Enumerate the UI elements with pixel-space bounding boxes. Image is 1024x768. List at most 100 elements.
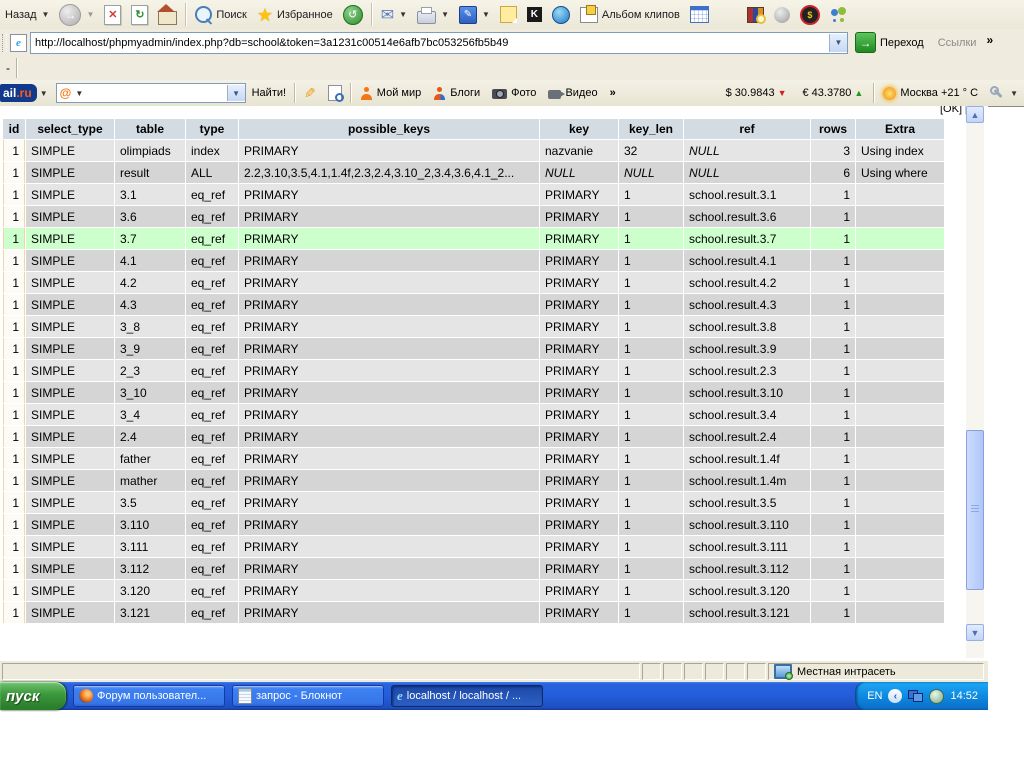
hide-icons-chevron[interactable]: ‹ [888, 689, 902, 703]
mailru-highlight-button[interactable]: ✎ [298, 85, 322, 102]
forward-button[interactable]: → ▼ [54, 2, 99, 27]
favorites-label: Избранное [277, 9, 333, 21]
table-row[interactable]: 1SIMPLE3_9eq_refPRIMARYPRIMARY1school.re… [3, 338, 944, 359]
table-row[interactable]: 1SIMPLE2_3eq_refPRIMARYPRIMARY1school.re… [3, 360, 944, 381]
refresh-button[interactable]: ↻ [126, 2, 153, 27]
mailru-search-type-dropdown-icon[interactable]: ▼ [75, 89, 83, 98]
address-input[interactable]: http://localhost/phpmyadmin/index.php?db… [30, 32, 848, 54]
mailru-find-button[interactable]: Найти! [246, 87, 292, 99]
cell-Extra [856, 184, 944, 205]
money-button[interactable]: $ [795, 2, 825, 27]
print-dropdown-icon[interactable]: ▼ [441, 10, 449, 19]
cell-type: eq_ref [186, 206, 238, 227]
start-button[interactable]: пуск [0, 682, 66, 710]
mailru-find-on-page-button[interactable] [322, 85, 348, 101]
stop-button[interactable]: ✕ [99, 2, 126, 27]
cell-id: 1 [3, 140, 25, 161]
table-row[interactable]: 1SIMPLE3.112eq_refPRIMARYPRIMARY1school.… [3, 558, 944, 579]
mailru-blogs-link[interactable]: Блоги [427, 87, 486, 100]
status-bar: Местная интрасеть [0, 660, 988, 682]
go-button[interactable]: → Переход [855, 32, 924, 53]
mailru-settings-button[interactable]: ▼ [984, 86, 1024, 100]
table-row[interactable]: 1SIMPLE3.1eq_refPRIMARYPRIMARY1school.re… [3, 184, 944, 205]
back-dropdown-icon[interactable]: ▼ [42, 10, 50, 19]
mailru-logo[interactable]: ail.ru [0, 84, 37, 102]
cell-possible_keys: PRIMARY [239, 536, 539, 557]
table-row[interactable]: 1SIMPLEfathereq_refPRIMARYPRIMARY1school… [3, 448, 944, 469]
grid-tool-button[interactable] [685, 2, 714, 27]
toolbar-grip[interactable] [2, 34, 7, 52]
table-row[interactable]: 1SIMPLE4.1eq_refPRIMARYPRIMARY1school.re… [3, 250, 944, 271]
pencil-icon: ✎ [304, 85, 316, 102]
usd-rate[interactable]: $ 30.9843 ▼ [718, 87, 795, 99]
table-row[interactable]: 1SIMPLE3.7eq_refPRIMARYPRIMARY1school.re… [3, 228, 944, 249]
toolbar-overflow-chevron[interactable]: » [986, 33, 993, 47]
cell-key: PRIMARY [540, 580, 618, 601]
cell-select_type: SIMPLE [26, 184, 114, 205]
rate-up-icon: ▲ [854, 88, 863, 98]
table-row[interactable]: 1SIMPLE2.4eq_refPRIMARYPRIMARY1school.re… [3, 426, 944, 447]
network-tray-icon[interactable] [908, 690, 923, 702]
table-row[interactable]: 1SIMPLEmathereq_refPRIMARYPRIMARY1school… [3, 470, 944, 491]
taskbar-task-firefox[interactable]: Форум пользовател... [73, 685, 225, 707]
table-row[interactable]: 1SIMPLE3.120eq_refPRIMARYPRIMARY1school.… [3, 580, 944, 601]
mailru-search-input[interactable]: @ ▼ ▼ [56, 83, 246, 103]
address-dropdown-button[interactable]: ▼ [829, 34, 847, 52]
table-row[interactable]: 1SIMPLE3.111eq_refPRIMARYPRIMARY1school.… [3, 536, 944, 557]
clock[interactable]: 14:52 [950, 690, 978, 702]
edit-button[interactable]: ✎ ▼ [454, 2, 495, 27]
language-indicator[interactable]: EN [867, 690, 882, 702]
clip-album-button[interactable]: Альбом клипов [575, 2, 685, 27]
address-url[interactable]: http://localhost/phpmyadmin/index.php?db… [31, 37, 829, 49]
mail-button[interactable]: ✉ ▼ [376, 2, 412, 27]
mailru-video-link[interactable]: Видео [542, 87, 603, 99]
taskbar-task-ie-active[interactable]: e localhost / localhost / ... [391, 685, 543, 707]
home-button[interactable] [153, 2, 182, 27]
table-row[interactable]: 1SIMPLE4.3eq_refPRIMARYPRIMARY1school.re… [3, 294, 944, 315]
weather-widget[interactable]: Москва +21 ° C [877, 87, 984, 100]
table-row[interactable]: 1SIMPLE3.5eq_refPRIMARYPRIMARY1school.re… [3, 492, 944, 513]
links-label[interactable]: Ссылки [938, 37, 977, 49]
mail-dropdown-icon[interactable]: ▼ [399, 10, 407, 19]
notes-button[interactable] [495, 2, 522, 27]
taskbar-task-notepad[interactable]: запрос - Блокнот [232, 685, 384, 707]
mailru-my-world-link[interactable]: Мой мир [354, 87, 427, 100]
cell-type: eq_ref [186, 338, 238, 359]
table-row[interactable]: 1SIMPLE3.121eq_refPRIMARYPRIMARY1school.… [3, 602, 944, 623]
print-button[interactable]: ▼ [412, 2, 454, 27]
vertical-scrollbar[interactable]: ▲ ▼ [966, 106, 984, 658]
table-row[interactable]: 1SIMPLEresultALL2.2,3.10,3.5,4.1,1.4f,2.… [3, 162, 944, 183]
scroll-up-button[interactable]: ▲ [966, 106, 984, 123]
table-row[interactable]: 1SIMPLEolimpiadsindexPRIMARYnazvanie32NU… [3, 140, 944, 161]
history-button[interactable]: ↺ [338, 2, 368, 27]
column-header-rows: rows [811, 119, 855, 139]
mailru-overflow-chevron[interactable]: » [604, 87, 622, 99]
scroll-down-button[interactable]: ▼ [966, 624, 984, 641]
favorites-button[interactable]: ★ Избранное [252, 2, 338, 27]
table-row[interactable]: 1SIMPLE3_4eq_refPRIMARYPRIMARY1school.re… [3, 404, 944, 425]
home-icon [158, 11, 177, 25]
cell-table: 3.121 [115, 602, 185, 623]
antivirus-button[interactable]: K [522, 2, 547, 27]
cell-key_len: 1 [619, 206, 683, 227]
back-button[interactable]: Назад ▼ [0, 2, 54, 27]
sphere-button[interactable] [769, 2, 795, 27]
search-button[interactable]: Поиск [190, 2, 251, 27]
edit-dropdown-icon[interactable]: ▼ [482, 10, 490, 19]
antivirus-tray-icon[interactable] [929, 689, 944, 704]
media-button[interactable] [547, 2, 575, 27]
table-row[interactable]: 1SIMPLE3_8eq_refPRIMARYPRIMARY1school.re… [3, 316, 944, 337]
table-row[interactable]: 1SIMPLE4.2eq_refPRIMARYPRIMARY1school.re… [3, 272, 944, 293]
scrollbar-thumb[interactable] [966, 430, 984, 590]
mailru-search-dropdown-button[interactable]: ▼ [227, 85, 245, 101]
eur-rate[interactable]: € 43.3780 ▲ [794, 87, 871, 99]
mailru-logo-dropdown-icon[interactable]: ▼ [40, 89, 48, 98]
table-row[interactable]: 1SIMPLE3_10eq_refPRIMARYPRIMARY1school.r… [3, 382, 944, 403]
messenger-button[interactable] [825, 2, 852, 27]
mailru-photo-link[interactable]: Фото [486, 87, 542, 99]
research-button[interactable] [742, 2, 769, 27]
cell-select_type: SIMPLE [26, 382, 114, 403]
table-row[interactable]: 1SIMPLE3.6eq_refPRIMARYPRIMARY1school.re… [3, 206, 944, 227]
stop-icon: ✕ [104, 5, 121, 25]
table-row[interactable]: 1SIMPLE3.110eq_refPRIMARYPRIMARY1school.… [3, 514, 944, 535]
